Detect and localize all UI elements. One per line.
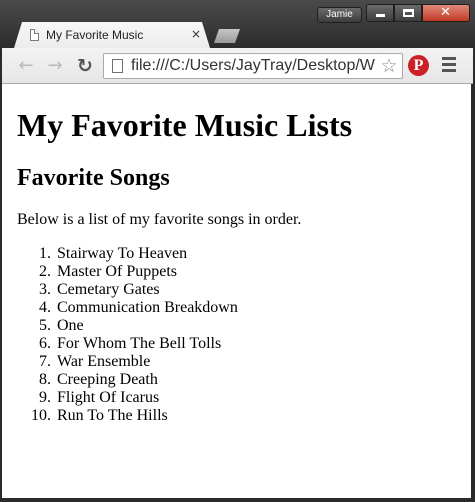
list-item: 7. War Ensemble [17, 353, 150, 371]
list-number: 3. [39, 281, 51, 298]
address-bar[interactable]: file:///C:/Users/JayTray/Desktop/W ☆ [103, 53, 403, 79]
page-icon [112, 59, 123, 73]
song-title: Communication Breakdown [57, 299, 238, 316]
list-number: 4. [39, 299, 51, 316]
profile-button[interactable]: Jamie [317, 7, 362, 23]
section-heading: Favorite Songs [17, 165, 170, 191]
list-number: 1. [39, 245, 51, 262]
list-item: 1. Stairway To Heaven [17, 245, 187, 263]
page-title: My Favorite Music Lists [17, 107, 353, 143]
song-title: For Whom The Bell Tolls [57, 335, 222, 352]
list-number: 6. [39, 335, 51, 352]
close-window-button[interactable]: ✕ [422, 4, 470, 22]
list-item: 6. For Whom The Bell Tolls [17, 335, 221, 353]
close-icon: ✕ [440, 5, 451, 20]
list-item: 4. Communication Breakdown [17, 299, 238, 317]
intro-text: Below is a list of my favorite songs in … [17, 211, 302, 228]
tab-close-icon[interactable]: × [190, 27, 202, 41]
page-content: My Favorite Music Lists Favorite Songs B… [2, 84, 471, 498]
list-item: 9. Flight Of Icarus [17, 389, 159, 407]
star-icon[interactable]: ☆ [378, 54, 400, 78]
songs-list: 1. Stairway To Heaven 2. Master Of Puppets… [17, 245, 238, 425]
song-title: Cemetary Gates [57, 281, 160, 298]
browser-toolbar: ← → ↻ file:///C:/Users/JayTray/Desktop/W… [2, 48, 473, 84]
title-bar: My Favorite Music × Jamie ✕ [0, 0, 475, 48]
list-item: 10. Run To The Hills [17, 407, 168, 425]
forward-arrow-icon[interactable]: → [44, 55, 66, 77]
song-title: One [57, 317, 84, 334]
browser-window: My Favorite Music × Jamie ✕ ← → ↻ file:/… [0, 0, 475, 502]
song-title: Creeping Death [57, 371, 158, 388]
minimize-icon [376, 14, 385, 17]
maximize-button[interactable] [394, 4, 422, 22]
pinterest-icon[interactable]: P [408, 55, 429, 76]
list-number: 2. [39, 263, 51, 280]
song-title: Run To The Hills [57, 407, 168, 424]
tab-title: My Favorite Music [46, 28, 144, 42]
list-number: 9. [39, 389, 51, 406]
new-tab-button[interactable] [214, 29, 240, 43]
song-title: Stairway To Heaven [57, 245, 188, 262]
back-arrow-icon[interactable]: ← [15, 55, 37, 77]
browser-tab[interactable]: My Favorite Music × [14, 22, 210, 48]
list-number: 10. [31, 407, 51, 424]
minimize-button[interactable] [366, 4, 394, 22]
menu-icon[interactable] [442, 57, 456, 73]
list-number: 8. [39, 371, 51, 388]
list-item: 5. One [17, 317, 84, 335]
list-number: 7. [39, 353, 51, 370]
list-item: 2. Master Of Puppets [17, 263, 177, 281]
url-text[interactable]: file:///C:/Users/JayTray/Desktop/W [131, 57, 375, 75]
list-number: 5. [39, 317, 51, 334]
song-title: Master Of Puppets [57, 263, 177, 280]
maximize-icon [403, 9, 414, 17]
list-item: 8. Creeping Death [17, 371, 158, 389]
song-title: Flight Of Icarus [57, 389, 160, 406]
page-icon [30, 29, 39, 41]
list-item: 3. Cemetary Gates [17, 281, 160, 299]
reload-icon[interactable]: ↻ [74, 55, 96, 77]
song-title: War Ensemble [57, 353, 151, 370]
